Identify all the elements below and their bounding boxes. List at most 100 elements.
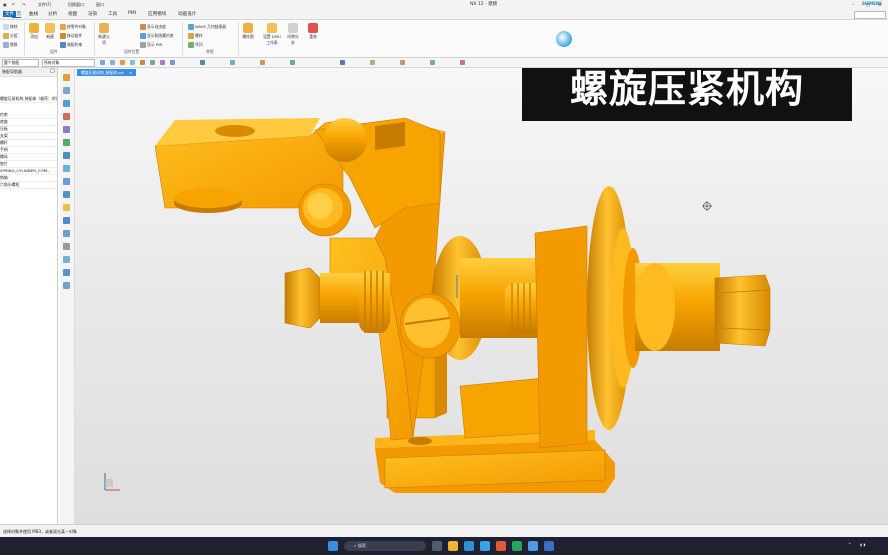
- app-icon[interactable]: [544, 541, 554, 551]
- mid-point-icon[interactable]: [150, 60, 155, 65]
- wechat-icon[interactable]: [512, 541, 522, 551]
- group-button[interactable]: 分组: [3, 33, 18, 39]
- add-component-button[interactable]: 添加: [27, 23, 41, 40]
- nav-item-3[interactable]: 支架: [0, 133, 57, 140]
- tab-render[interactable]: 渲染: [88, 11, 97, 17]
- close-icon[interactable]: ✕: [878, 1, 881, 8]
- tray-chevron-icon[interactable]: ^: [848, 542, 851, 547]
- file-explorer-icon[interactable]: [448, 541, 458, 551]
- palette-icon[interactable]: [63, 230, 70, 237]
- nav-item-5[interactable]: 手柄: [0, 147, 57, 154]
- face-icon[interactable]: [290, 60, 295, 65]
- command-search-input[interactable]: [854, 11, 886, 19]
- nav-item-7[interactable]: 垫片: [0, 161, 57, 168]
- maximize-icon[interactable]: ▢: [866, 1, 870, 8]
- select-icon[interactable]: [100, 60, 105, 65]
- roles-icon[interactable]: [63, 204, 70, 211]
- new-parent-button[interactable]: 新建父项: [97, 23, 111, 46]
- reuse-library-icon[interactable]: [63, 113, 70, 120]
- render-style-icon[interactable]: [370, 60, 375, 65]
- pivot-pin[interactable]: [298, 183, 352, 237]
- show-hide-constraints-button[interactable]: 显示和隐藏约束: [140, 33, 174, 39]
- assembly-constraints-button[interactable]: 装配约束: [60, 42, 82, 48]
- start-icon[interactable]: [328, 541, 338, 551]
- hd3d-icon[interactable]: [63, 126, 70, 133]
- tab-application[interactable]: 应用模块: [148, 11, 166, 17]
- manufacturing-wizard-icon[interactable]: [63, 191, 70, 198]
- tab-home[interactable]: 主页: [12, 11, 22, 18]
- system-materials-icon[interactable]: [63, 165, 70, 172]
- drawing-icon[interactable]: [63, 282, 70, 289]
- select-scope-dropdown[interactable]: 所有对象: [42, 59, 95, 67]
- sequence-button[interactable]: 序列: [188, 42, 203, 48]
- nav-item-6[interactable]: 螺母: [0, 154, 57, 161]
- remove-button[interactable]: 移除: [3, 24, 18, 30]
- edge-icon[interactable]: [464, 541, 474, 551]
- intersection-icon[interactable]: [200, 60, 205, 65]
- redo-icon[interactable]: ↷: [22, 1, 25, 8]
- tab-analysis[interactable]: 分析: [48, 11, 57, 17]
- wave-linker-button[interactable]: WAVE 几何链接器: [188, 24, 226, 30]
- center-icon[interactable]: [160, 60, 165, 65]
- sheet-icon[interactable]: [63, 269, 70, 276]
- quick-access-file[interactable]: 文件(F): [38, 1, 51, 8]
- system-scene-icon[interactable]: [63, 217, 70, 224]
- tray-icons[interactable]: ◖ ◗: [860, 542, 866, 547]
- tab-curve[interactable]: 曲线: [29, 11, 38, 17]
- graphics-window[interactable]: 螺旋压紧机构_装配体.prt × 螺旋压紧机构: [75, 68, 888, 524]
- show-dof-button[interactable]: 显示自由度: [140, 24, 166, 30]
- tab-view[interactable]: 视图: [68, 11, 77, 17]
- tab-pmi[interactable]: PMI: [128, 11, 136, 16]
- reload-button[interactable]: 重装: [306, 23, 320, 40]
- exploded-view-button[interactable]: 爆炸图: [241, 23, 255, 40]
- undo-icon[interactable]: ↶: [12, 1, 15, 8]
- dmu-worksheet-button[interactable]: 设置 DMU 工作表: [262, 23, 282, 46]
- nav-item-spring[interactable]: SPRING_CYLINDER_COM...: [0, 168, 57, 175]
- chrome-icon[interactable]: [496, 541, 506, 551]
- new-component-button[interactable]: 新建: [43, 23, 57, 40]
- right-shaft[interactable]: [635, 263, 771, 351]
- nx-app-icon[interactable]: [528, 541, 538, 551]
- taskbar-search-input[interactable]: ⌕ 搜索: [344, 541, 426, 551]
- nav-item-9[interactable]: 六角头螺栓: [0, 182, 57, 189]
- pin-icon[interactable]: □: [50, 68, 55, 74]
- reference-icon[interactable]: [63, 256, 70, 263]
- snap-icon[interactable]: [120, 60, 125, 65]
- view-orient-icon[interactable]: [340, 60, 345, 65]
- by-part-object-button[interactable]: 按零件对象: [60, 24, 86, 30]
- task-view-icon[interactable]: [432, 541, 442, 551]
- layer-icon[interactable]: [430, 60, 435, 65]
- nav-item-root[interactable]: 螺旋压紧机构 装配体（顺序：时间顺序）: [0, 96, 57, 103]
- filter-dropdown[interactable]: 整个装配: [2, 59, 39, 67]
- store-icon[interactable]: [480, 541, 490, 551]
- end-point-icon[interactable]: [140, 60, 145, 65]
- process-studio-icon[interactable]: [63, 178, 70, 185]
- screw-thread-left[interactable]: [359, 271, 389, 333]
- show-pmi-button[interactable]: 显示 PMI: [140, 42, 163, 48]
- flange-disc[interactable]: [534, 186, 643, 449]
- nav-item-2[interactable]: 压板: [0, 126, 57, 133]
- tangent-icon[interactable]: [230, 60, 235, 65]
- replace-button[interactable]: 替换: [3, 42, 18, 48]
- quick-access-switch-window[interactable]: 切换窗口: [68, 1, 84, 8]
- assistant-orb-icon[interactable]: [556, 31, 572, 47]
- web-browser-icon[interactable]: [63, 139, 70, 146]
- part-navigator-icon[interactable]: [63, 100, 70, 107]
- nav-item-8[interactable]: 销轴: [0, 175, 57, 182]
- quick-access-window[interactable]: 窗口: [96, 1, 104, 8]
- filter-icon[interactable]: [110, 60, 115, 65]
- layer-navigator-icon[interactable]: [63, 243, 70, 250]
- nav-item-constraints[interactable]: 约束: [0, 112, 57, 119]
- clearance-analysis-button[interactable]: 间隙分析: [286, 23, 300, 46]
- arc-center-icon[interactable]: [260, 60, 265, 65]
- move-component-button[interactable]: 移动组件: [60, 33, 82, 39]
- tab-animation[interactable]: 动画设计: [178, 11, 196, 17]
- edit-object-icon[interactable]: [400, 60, 405, 65]
- tab-tools[interactable]: 工具: [108, 11, 117, 17]
- nav-item-1[interactable]: 底座: [0, 119, 57, 126]
- assembly-navigator-icon[interactable]: [63, 74, 70, 81]
- minimize-icon[interactable]: –: [852, 1, 854, 8]
- history-icon[interactable]: [63, 152, 70, 159]
- quadrant-icon[interactable]: [170, 60, 175, 65]
- assembly-model[interactable]: [75, 68, 888, 524]
